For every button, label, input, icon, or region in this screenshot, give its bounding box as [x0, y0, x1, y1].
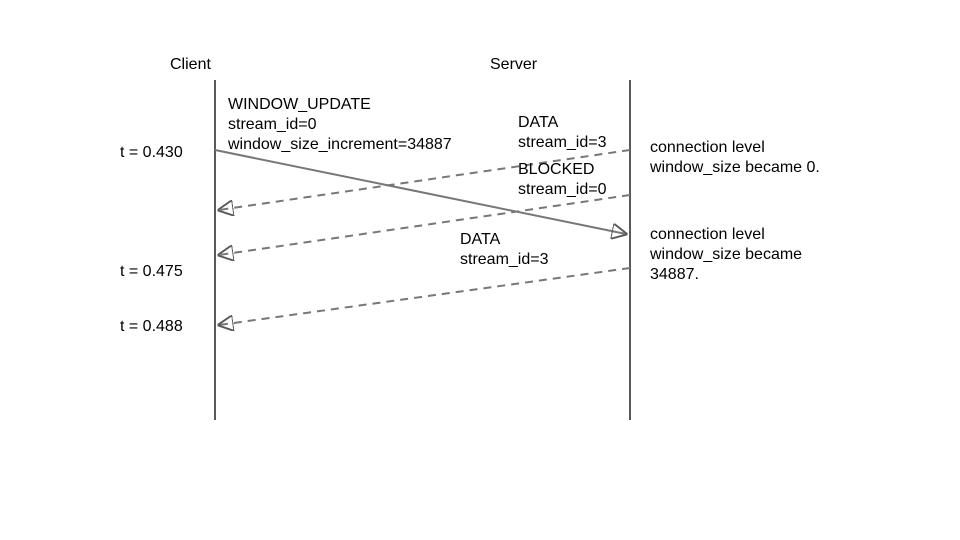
msg-blocked: BLOCKED stream_id=0: [518, 160, 607, 200]
note-server-1: connection level window_size became 0.: [650, 138, 820, 178]
header-client: Client: [170, 55, 211, 75]
msg-data-1: DATA stream_id=3: [518, 113, 607, 153]
msg-data-2: DATA stream_id=3: [460, 230, 549, 270]
header-server: Server: [490, 55, 537, 75]
sequence-diagram: { "headers": { "client": "Client", "serv…: [0, 0, 960, 540]
timestamp-t1: t = 0.430: [120, 143, 183, 163]
note-server-2: connection level window_size became 3488…: [650, 225, 802, 285]
timestamp-t2: t = 0.475: [120, 262, 183, 282]
timestamp-t3: t = 0.488: [120, 317, 183, 337]
msg-window-update: WINDOW_UPDATE stream_id=0 window_size_in…: [228, 95, 452, 155]
